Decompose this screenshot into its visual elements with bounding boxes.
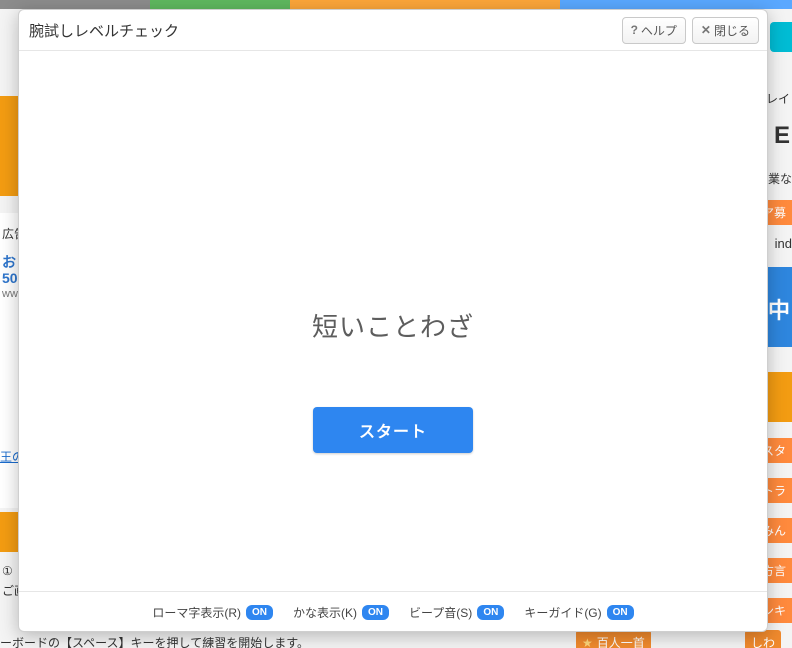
start-button[interactable]: スタート: [313, 407, 473, 453]
toggle-keyguide-label: キーガイド(G): [524, 604, 601, 621]
level-check-modal: 腕試しレベルチェック ? ヘルプ ✕ 閉じる 短いことわざ スタート ローマ字表…: [18, 9, 768, 632]
toggle-kana[interactable]: かな表示(K) ON: [293, 604, 389, 621]
modal-title: 腕試しレベルチェック: [29, 20, 616, 41]
help-label: ヘルプ: [641, 22, 677, 39]
toggle-badge: ON: [477, 605, 504, 620]
help-button[interactable]: ? ヘルプ: [622, 17, 686, 44]
close-icon: ✕: [701, 23, 711, 37]
modal-header: 腕試しレベルチェック ? ヘルプ ✕ 閉じる: [19, 10, 767, 51]
typing-prompt: 短いことわざ: [19, 307, 767, 344]
modal-body: 短いことわざ スタート: [19, 51, 767, 591]
close-button[interactable]: ✕ 閉じる: [692, 17, 759, 44]
toggle-beep-label: ビープ音(S): [409, 604, 472, 621]
toggle-badge: ON: [246, 605, 273, 620]
modal-footer: ローマ字表示(R) ON かな表示(K) ON ビープ音(S) ON キーガイド…: [19, 591, 767, 633]
toggle-kana-label: かな表示(K): [293, 604, 357, 621]
toggle-beep[interactable]: ビープ音(S) ON: [409, 604, 504, 621]
help-icon: ?: [631, 23, 638, 37]
toggle-badge: ON: [607, 605, 634, 620]
toggle-badge: ON: [362, 605, 389, 620]
close-label: 閉じる: [714, 22, 750, 39]
toggle-romaji[interactable]: ローマ字表示(R) ON: [152, 604, 273, 621]
toggle-keyguide[interactable]: キーガイド(G) ON: [524, 604, 633, 621]
toggle-romaji-label: ローマ字表示(R): [152, 604, 241, 621]
